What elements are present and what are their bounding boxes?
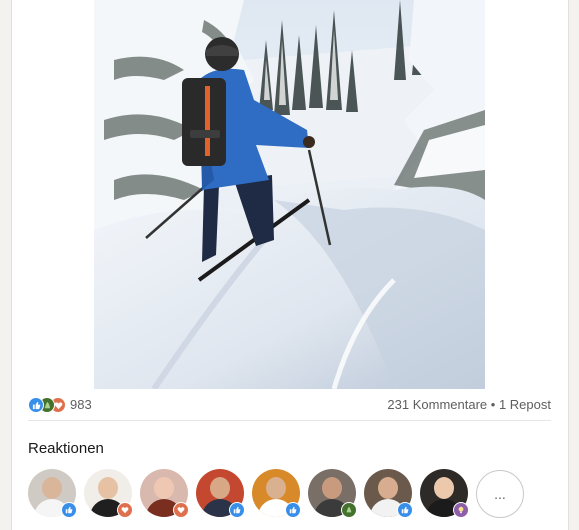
like-icon: [285, 502, 301, 518]
avatar-face: [434, 477, 454, 499]
like-icon: [229, 502, 245, 518]
reaction-icons-group[interactable]: [28, 397, 70, 413]
celebrate-icon: [341, 502, 357, 518]
avatar-face: [98, 477, 118, 499]
social-counts-bar: 983 231 Kommentare • 1 Repost: [28, 392, 551, 421]
reposts-count[interactable]: 1 Repost: [499, 397, 551, 412]
like-icon: [61, 502, 77, 518]
comments-reposts: 231 Kommentare • 1 Repost: [387, 397, 551, 412]
avatar-face: [210, 477, 230, 499]
post-image[interactable]: [94, 0, 485, 389]
love-icon: [117, 502, 133, 518]
love-icon: [173, 502, 189, 518]
like-icon: [28, 397, 44, 413]
separator-dot: •: [490, 397, 496, 412]
avatar-face: [154, 477, 174, 499]
avatar-face: [42, 477, 62, 499]
reactor-avatars: ...: [28, 469, 558, 519]
avatar-face: [322, 477, 342, 499]
comments-count[interactable]: 231 Kommentare: [387, 397, 487, 412]
like-icon: [397, 502, 413, 518]
post-card: 983 231 Kommentare • 1 Repost Reaktionen…: [11, 0, 569, 530]
ski-photo: [94, 0, 485, 389]
reaction-count[interactable]: 983: [70, 397, 92, 412]
avatar-face: [266, 477, 286, 499]
avatar-face: [378, 477, 398, 499]
insightful-icon: [453, 502, 469, 518]
reactions-heading: Reaktionen: [28, 440, 104, 457]
more-reactions-button[interactable]: ...: [476, 470, 524, 518]
